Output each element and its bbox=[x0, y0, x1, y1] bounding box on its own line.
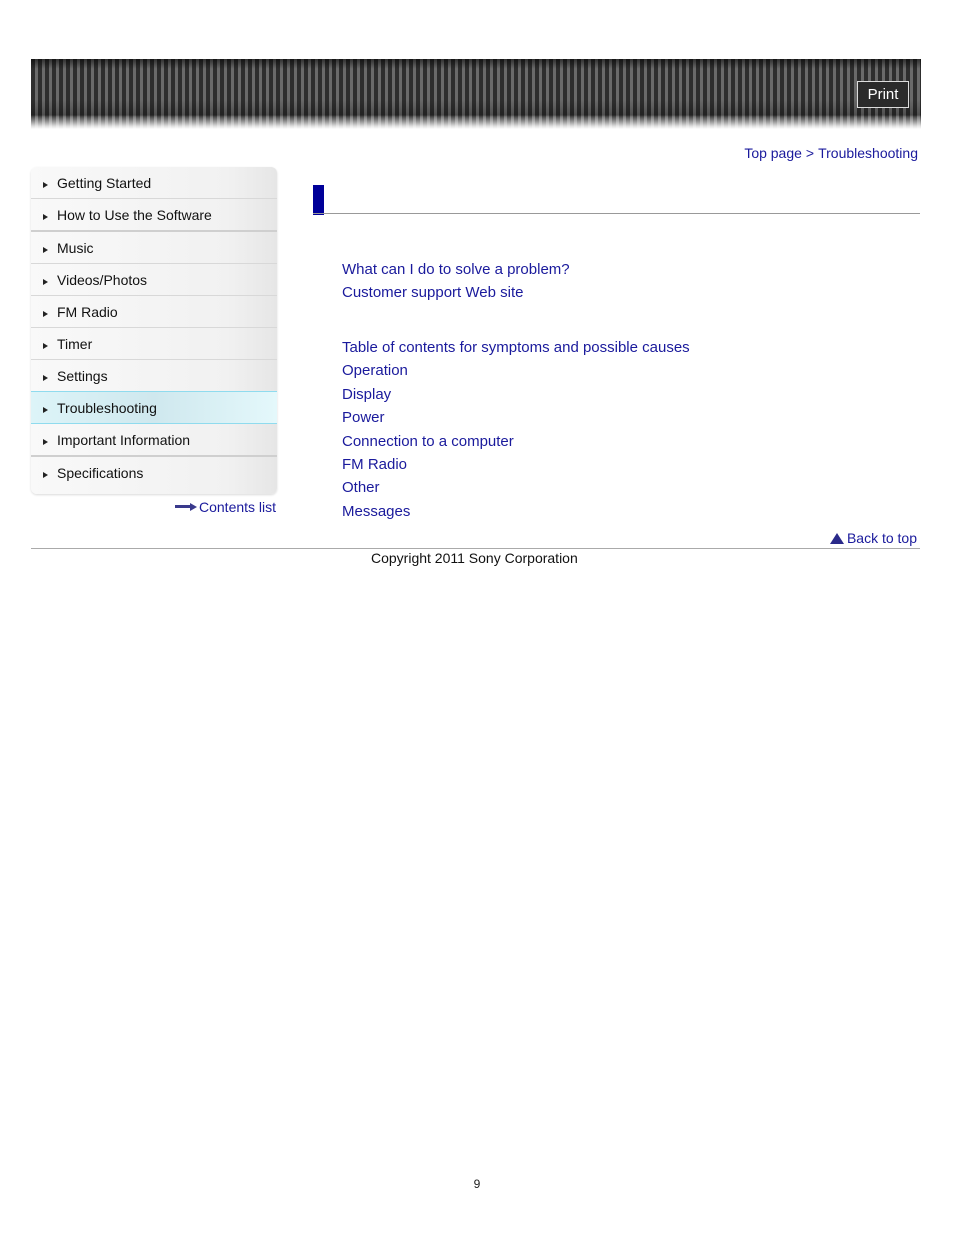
footer-divider bbox=[31, 548, 920, 549]
link-other[interactable]: Other bbox=[342, 476, 690, 499]
link-messages[interactable]: Messages bbox=[342, 500, 690, 523]
arrow-right-icon bbox=[43, 406, 48, 413]
arrow-right-icon bbox=[43, 471, 48, 478]
sidebar-item-label: Timer bbox=[57, 335, 93, 352]
sidebar-item-label: Music bbox=[57, 239, 94, 256]
back-to-top-link[interactable]: Back to top bbox=[829, 530, 917, 546]
sidebar-item-getting-started[interactable]: Getting Started bbox=[31, 167, 277, 199]
heading-divider bbox=[313, 213, 920, 214]
link-operation[interactable]: Operation bbox=[342, 359, 690, 382]
arrow-right-icon bbox=[175, 503, 197, 511]
back-to-top-label: Back to top bbox=[846, 530, 917, 546]
sidebar-item-specifications[interactable]: Specifications bbox=[31, 457, 277, 488]
sidebar-item-label: Settings bbox=[57, 367, 108, 384]
link-fm-radio[interactable]: FM Radio bbox=[342, 453, 690, 476]
link-display[interactable]: Display bbox=[342, 383, 690, 406]
link-connection-computer[interactable]: Connection to a computer bbox=[342, 430, 690, 453]
help-links: What can I do to solve a problem? Custom… bbox=[342, 258, 570, 305]
sidebar-item-label: Specifications bbox=[57, 464, 144, 481]
contents-list-label: Contents list bbox=[199, 499, 277, 515]
sidebar-item-label: Videos/Photos bbox=[57, 271, 148, 288]
breadcrumb-separator: > bbox=[805, 145, 815, 161]
arrow-right-icon bbox=[43, 374, 48, 381]
sidebar-item-timer[interactable]: Timer bbox=[31, 328, 277, 360]
sidebar-item-how-to-use-software[interactable]: How to Use the Software bbox=[31, 199, 277, 232]
sidebar-nav: Getting Started How to Use the Software … bbox=[31, 167, 277, 494]
symptom-links: Table of contents for symptoms and possi… bbox=[342, 336, 690, 523]
arrow-right-icon bbox=[43, 438, 48, 445]
sidebar-item-fm-radio[interactable]: FM Radio bbox=[31, 296, 277, 328]
heading-marker bbox=[313, 185, 324, 215]
link-symptoms-toc[interactable]: Table of contents for symptoms and possi… bbox=[342, 336, 690, 359]
arrow-right-icon bbox=[43, 246, 48, 253]
triangle-up-icon bbox=[829, 532, 844, 544]
page-number: 9 bbox=[473, 1177, 481, 1191]
sidebar-item-label: How to Use the Software bbox=[57, 206, 212, 223]
link-power[interactable]: Power bbox=[342, 406, 690, 429]
link-solve-problem[interactable]: What can I do to solve a problem? bbox=[342, 258, 570, 281]
contents-list-link[interactable]: Contents list bbox=[175, 499, 276, 515]
link-customer-support[interactable]: Customer support Web site bbox=[342, 281, 570, 304]
breadcrumb: Top page > Troubleshooting bbox=[744, 145, 918, 161]
sidebar-item-label: FM Radio bbox=[57, 303, 118, 320]
sidebar-item-label: Troubleshooting bbox=[57, 399, 157, 416]
print-button[interactable]: Print bbox=[857, 81, 909, 108]
sidebar-item-label: Getting Started bbox=[57, 174, 152, 191]
sidebar-item-videos-photos[interactable]: Videos/Photos bbox=[31, 264, 277, 296]
breadcrumb-top-page[interactable]: Top page bbox=[744, 145, 802, 161]
sidebar-item-settings[interactable]: Settings bbox=[31, 360, 277, 392]
sidebar-item-label: Important Information bbox=[57, 431, 191, 448]
header-banner: Print bbox=[31, 59, 921, 129]
arrow-right-icon bbox=[43, 342, 48, 349]
arrow-right-icon bbox=[43, 278, 48, 285]
arrow-right-icon bbox=[43, 181, 48, 188]
copyright-text: Copyright 2011 Sony Corporation bbox=[371, 550, 578, 566]
breadcrumb-troubleshooting[interactable]: Troubleshooting bbox=[818, 145, 918, 161]
arrow-right-icon bbox=[43, 310, 48, 317]
sidebar-item-important-information[interactable]: Important Information bbox=[31, 424, 277, 457]
arrow-right-icon bbox=[43, 213, 48, 220]
sidebar-item-troubleshooting[interactable]: Troubleshooting bbox=[31, 391, 277, 424]
sidebar-item-music[interactable]: Music bbox=[31, 232, 277, 264]
